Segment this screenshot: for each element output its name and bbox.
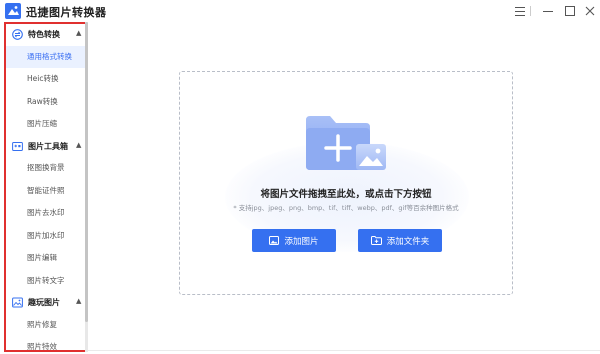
chevron-up-icon[interactable]: ▲	[76, 297, 81, 305]
hamburger-menu-icon[interactable]	[512, 3, 528, 19]
sidebar-item-label: Heic转换	[27, 74, 59, 83]
sidebar: 特色转换 ▲ 通用格式转换 Heic转换 Raw转换 图片压缩 图片工具箱 ▲ …	[4, 22, 88, 352]
sidebar-item-compress[interactable]: 图片压缩	[6, 113, 86, 135]
sidebar-item-edit[interactable]: 图片编辑	[6, 247, 86, 269]
sidebar-section-special-convert[interactable]: 特色转换 ▲	[6, 26, 86, 44]
sidebar-item-heic[interactable]: Heic转换	[6, 68, 86, 90]
sidebar-item-add-watermark[interactable]: 图片加水印	[6, 225, 86, 247]
dropzone-title: 将图片文件拖拽至此处，或点击下方按钮	[260, 189, 432, 200]
image-icon	[269, 236, 280, 245]
add-folder-label: 添加文件夹	[386, 236, 430, 247]
sidebar-item-photo-effects[interactable]: 照片特效	[6, 336, 86, 351]
sidebar-item-general-format[interactable]: 通用格式转换	[6, 46, 86, 68]
add-image-label: 添加图片	[284, 236, 319, 247]
sidebar-item-label: 图片转文字	[27, 276, 65, 285]
sidebar-item-label: 通用格式转换	[27, 52, 72, 61]
app-logo-icon	[5, 3, 21, 19]
sidebar-item-photo-repair[interactable]: 照片修复	[6, 314, 86, 336]
sidebar-item-ocr[interactable]: 图片转文字	[6, 270, 86, 292]
sidebar-item-label: 图片编辑	[27, 253, 57, 262]
section-label: 趣玩图片	[28, 298, 60, 307]
sidebar-item-raw[interactable]: Raw转换	[6, 91, 86, 113]
sidebar-section-fun[interactable]: 趣玩图片 ▲	[6, 294, 86, 312]
minimize-icon[interactable]	[540, 3, 556, 19]
section-label: 特色转换	[28, 30, 60, 39]
toolbox-icon	[12, 142, 23, 151]
chevron-up-icon[interactable]: ▲	[76, 141, 81, 149]
file-dropzone[interactable]: 将图片文件拖拽至此处，或点击下方按钮 * 支持jpg、jpeg、png、bmp、…	[179, 71, 513, 295]
title-bar: 迅捷图片转换器	[0, 0, 600, 22]
add-image-button[interactable]: 添加图片	[252, 229, 336, 252]
section-label: 图片工具箱	[28, 142, 68, 151]
folder-add-image-icon	[306, 116, 386, 170]
bottom-divider	[88, 350, 600, 351]
sidebar-item-remove-watermark[interactable]: 图片去水印	[6, 202, 86, 224]
sidebar-item-label: 照片修复	[27, 320, 57, 329]
dropzone-subtitle: * 支持jpg、jpeg、png、bmp、tif、tiff、webp、pdf、g…	[233, 204, 459, 212]
sidebar-item-label: Raw转换	[27, 97, 58, 106]
folder-plus-icon	[370, 236, 382, 245]
sidebar-item-label: 图片加水印	[27, 231, 65, 240]
gallery-icon	[12, 297, 23, 308]
app-title: 迅捷图片转换器	[26, 6, 107, 19]
sidebar-item-label: 图片压缩	[27, 119, 57, 128]
main-area: 将图片文件拖拽至此处，或点击下方按钮 * 支持jpg、jpeg、png、bmp、…	[88, 22, 600, 354]
convert-icon	[12, 29, 23, 40]
sidebar-item-id-photo[interactable]: 智能证件照	[6, 180, 86, 202]
sidebar-item-cutout[interactable]: 抠图换背景	[6, 157, 86, 179]
sidebar-section-toolbox[interactable]: 图片工具箱 ▲	[6, 138, 86, 156]
sidebar-item-label: 照片特效	[27, 342, 57, 351]
close-icon[interactable]	[582, 3, 598, 19]
maximize-icon[interactable]	[562, 3, 578, 19]
title-separator	[530, 6, 531, 16]
add-folder-button[interactable]: 添加文件夹	[358, 229, 442, 252]
chevron-up-icon[interactable]: ▲	[76, 29, 81, 37]
sidebar-item-label: 抠图换背景	[27, 163, 65, 172]
sidebar-item-label: 智能证件照	[27, 186, 65, 195]
sidebar-item-label: 图片去水印	[27, 208, 65, 217]
